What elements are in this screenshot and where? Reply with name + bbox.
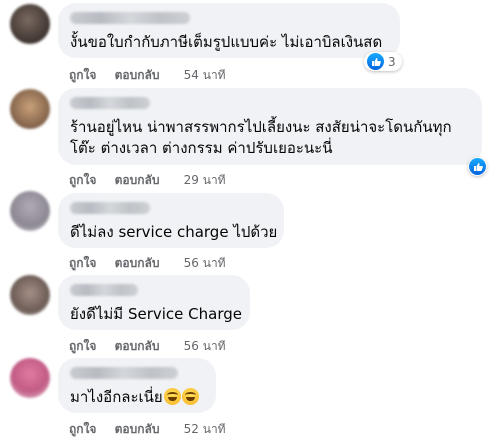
reply-button[interactable]: ตอบกลับ — [115, 422, 160, 436]
reply-button[interactable]: ตอบกลับ — [115, 339, 160, 353]
reaction-count[interactable]: 3 — [364, 52, 402, 71]
grinning-face-icon — [163, 388, 181, 405]
like-button[interactable]: ถูกใจ — [69, 256, 96, 270]
comment-bubble: ยังดีไม่มี Service Charge — [58, 275, 250, 330]
reaction-count-label: 3 — [388, 54, 396, 69]
comment-text: งั้นขอใบกำกับภาษีเต็มรูปแบบค่ะ ไม่เอาบิล… — [70, 33, 383, 51]
commenter-name[interactable] — [70, 284, 138, 296]
avatar[interactable] — [10, 275, 50, 315]
comment-text-body: มาไงอีกละเนี่ย — [70, 388, 163, 406]
comment-actions: ถูกใจ ตอบกลับ 56 นาที — [69, 254, 240, 273]
reaction-count[interactable] — [468, 157, 487, 176]
avatar[interactable] — [10, 89, 50, 129]
avatar[interactable] — [10, 4, 50, 44]
comment-timestamp[interactable]: 29 นาที — [184, 173, 226, 187]
commenter-name[interactable] — [70, 202, 150, 214]
like-icon — [367, 53, 384, 70]
commenter-name[interactable] — [70, 97, 150, 109]
comment-bubble: มาไงอีกละเนี่ย — [58, 358, 216, 413]
comment-text-line: โต๊ะ ต่างเวลา ต่างกรรม ค่าปรับเยอะนะนี่ — [70, 139, 333, 157]
like-button[interactable]: ถูกใจ — [69, 173, 96, 187]
comment-actions: ถูกใจ ตอบกลับ 54 นาที — [69, 66, 240, 85]
comment-bubble: งั้นขอใบกำกับภาษีเต็มรูปแบบค่ะ ไม่เอาบิล… — [58, 3, 400, 58]
comment-actions: ถูกใจ ตอบกลับ 29 นาที — [69, 171, 240, 190]
reply-button[interactable]: ตอบกลับ — [115, 173, 160, 187]
comment-bubble: ร้านอยู่ไหน น่าพาสรรพากรไปเลี้ยงนะ สงสัย… — [58, 88, 482, 165]
comment-timestamp[interactable]: 52 นาที — [184, 422, 226, 436]
like-button[interactable]: ถูกใจ — [69, 339, 96, 353]
commenter-name[interactable] — [70, 367, 178, 379]
like-button[interactable]: ถูกใจ — [69, 422, 96, 436]
comment-timestamp[interactable]: 56 นาที — [184, 256, 226, 270]
reply-button[interactable]: ตอบกลับ — [115, 256, 160, 270]
comment-text-line: ร้านอยู่ไหน น่าพาสรรพากรไปเลี้ยงนะ สงสัย… — [70, 118, 452, 136]
comment-text: มาไงอีกละเนี่ย — [70, 387, 204, 408]
comment-bubble: ดีไม่ลง service charge ไปด้วย — [58, 193, 284, 248]
avatar[interactable] — [10, 191, 50, 231]
avatar[interactable] — [10, 358, 50, 398]
comment-text: ดีไม่ลง service charge ไปด้วย — [70, 223, 278, 241]
reply-button[interactable]: ตอบกลับ — [115, 68, 160, 82]
comment-actions: ถูกใจ ตอบกลับ 56 นาที — [69, 337, 240, 356]
like-button[interactable]: ถูกใจ — [69, 68, 96, 82]
comment-timestamp[interactable]: 54 นาที — [184, 68, 226, 82]
grinning-face-icon — [181, 388, 199, 405]
like-icon — [469, 158, 486, 175]
comment-timestamp[interactable]: 56 นาที — [184, 339, 226, 353]
comment-actions: ถูกใจ ตอบกลับ 52 นาที — [69, 420, 240, 439]
comment-text: ยังดีไม่มี Service Charge — [70, 305, 242, 323]
commenter-name[interactable] — [70, 12, 190, 24]
